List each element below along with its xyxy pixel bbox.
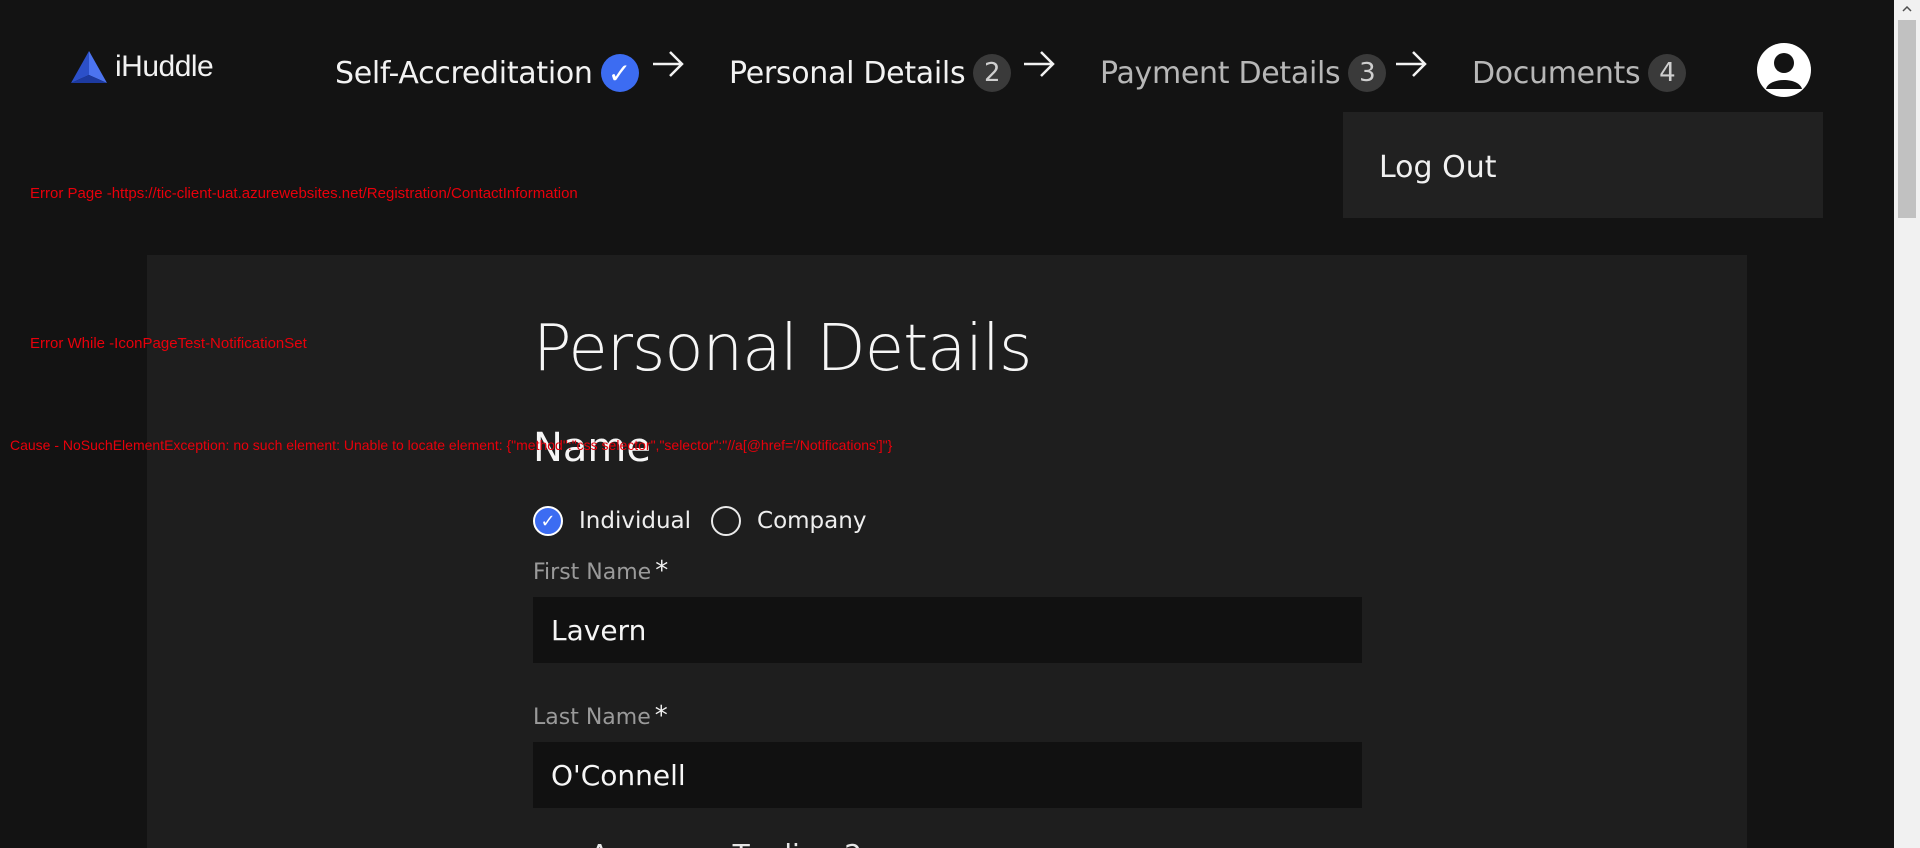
header: iHuddle Self-Accreditation ✓ Personal De… bbox=[0, 0, 1894, 112]
check-icon: ✓ bbox=[600, 54, 639, 92]
step-documents[interactable]: Documents 4 bbox=[1472, 50, 1687, 96]
step-label: Self-Accreditation bbox=[335, 55, 593, 91]
required-marker: * bbox=[654, 701, 668, 731]
step-number-badge: 3 bbox=[1348, 54, 1387, 92]
trading-question-label: Are you a Trading 2... bbox=[590, 838, 889, 848]
company-radio-label[interactable]: Company bbox=[757, 508, 866, 534]
step-label: Payment Details bbox=[1100, 55, 1341, 91]
step-label: Personal Details bbox=[729, 55, 966, 91]
logout-menu-item[interactable]: Log Out bbox=[1379, 150, 1497, 185]
step-personal-details[interactable]: Personal Details 2 bbox=[729, 50, 1012, 96]
scroll-up-icon[interactable] bbox=[1894, 0, 1920, 18]
registration-page: iHuddle Self-Accreditation ✓ Personal De… bbox=[0, 0, 1894, 848]
arrow-right-icon bbox=[653, 51, 684, 77]
page-title: Personal Details bbox=[533, 312, 1032, 386]
required-marker: * bbox=[655, 556, 669, 586]
step-payment-details[interactable]: Payment Details 3 bbox=[1100, 50, 1387, 96]
entity-type-radio-group: ✓ Individual Company bbox=[533, 504, 886, 538]
logo-icon bbox=[71, 51, 107, 83]
vertical-scrollbar[interactable] bbox=[1894, 0, 1920, 848]
last-name-label: Last Name * bbox=[533, 701, 668, 731]
user-menu-dropdown: Log Out bbox=[1343, 112, 1823, 218]
first-name-input[interactable]: Lavern bbox=[533, 597, 1362, 663]
error-while-text: Error While -IconPageTest-NotificationSe… bbox=[30, 335, 307, 352]
step-self-accreditation[interactable]: Self-Accreditation ✓ bbox=[335, 50, 639, 96]
first-name-label-text: First Name bbox=[533, 560, 652, 585]
last-name-input[interactable]: O'Connell bbox=[533, 742, 1362, 808]
error-cause-text: Cause - NoSuchElementException: no such … bbox=[10, 437, 893, 453]
arrow-right-icon bbox=[1024, 51, 1055, 77]
app-name: iHuddle bbox=[115, 50, 214, 83]
scrollbar-thumb[interactable] bbox=[1898, 20, 1916, 218]
individual-radio-label[interactable]: Individual bbox=[579, 508, 691, 534]
arrow-right-icon bbox=[1396, 51, 1427, 77]
last-name-label-text: Last Name bbox=[533, 705, 651, 730]
user-avatar-icon[interactable] bbox=[1757, 43, 1811, 97]
step-label: Documents bbox=[1472, 55, 1641, 91]
company-radio[interactable] bbox=[711, 506, 742, 536]
step-number-badge: 4 bbox=[1648, 54, 1687, 92]
individual-radio[interactable]: ✓ bbox=[533, 506, 563, 536]
first-name-label: First Name * bbox=[533, 556, 668, 586]
logo[interactable]: iHuddle bbox=[70, 50, 214, 84]
step-number-badge: 2 bbox=[973, 54, 1012, 92]
error-page-text: Error Page -https://tic-client-uat.azure… bbox=[30, 185, 578, 202]
